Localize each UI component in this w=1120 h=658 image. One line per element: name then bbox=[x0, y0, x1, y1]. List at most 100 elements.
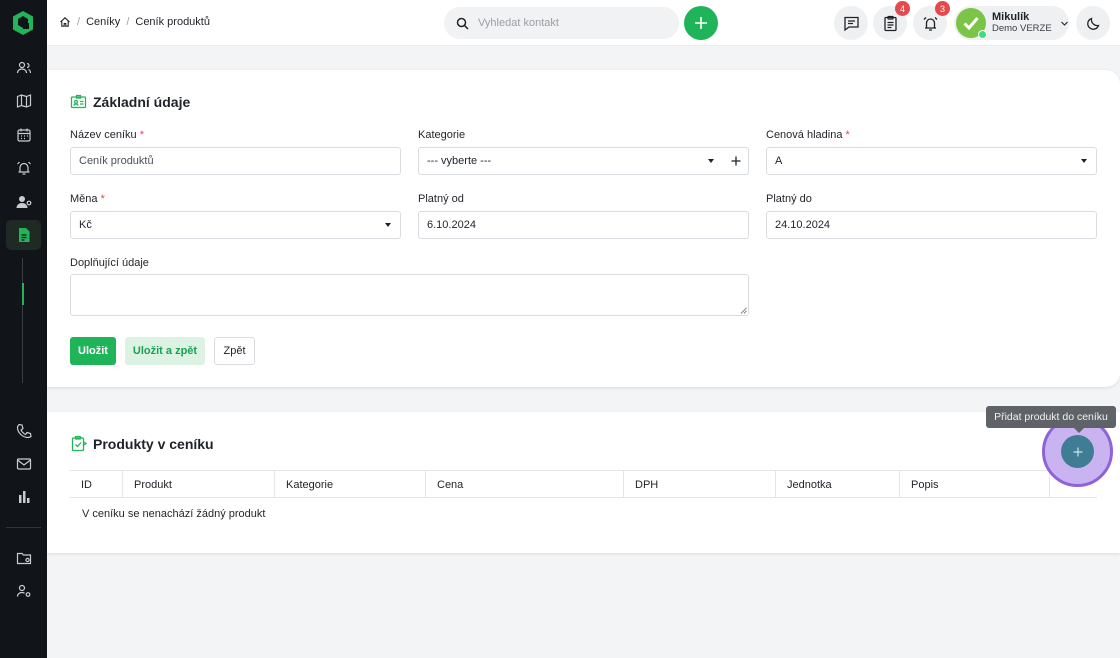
currency-select[interactable]: Kč bbox=[70, 211, 401, 239]
column-header-id[interactable]: ID bbox=[70, 471, 122, 498]
add-product-tooltip: Přidat produkt do ceníku bbox=[986, 406, 1116, 428]
message-icon bbox=[843, 16, 859, 31]
submenu-track bbox=[22, 258, 23, 383]
column-header-price[interactable]: Cena bbox=[425, 471, 623, 498]
contact-search[interactable] bbox=[444, 7, 679, 39]
notes-label: Doplňující údaje bbox=[70, 257, 149, 269]
breadcrumb-separator: / bbox=[77, 16, 81, 28]
home-icon[interactable] bbox=[59, 16, 71, 28]
sidebar-item-map[interactable] bbox=[6, 86, 41, 116]
resize-handle-icon[interactable] bbox=[740, 307, 747, 314]
alerts-button[interactable]: 3 bbox=[913, 1, 950, 40]
breadcrumb-price-lists[interactable]: Ceníky bbox=[86, 16, 120, 28]
save-button[interactable]: Uložit bbox=[70, 337, 116, 365]
alarm-icon bbox=[16, 161, 31, 175]
app-logo-icon[interactable] bbox=[11, 10, 35, 36]
sidebar-item-reminders[interactable] bbox=[6, 153, 41, 183]
bar-chart-icon bbox=[18, 491, 29, 503]
tooltip-arrow bbox=[1074, 428, 1084, 433]
submenu-active-indicator[interactable] bbox=[22, 283, 24, 305]
breadcrumb-separator: / bbox=[126, 16, 130, 28]
messages-button[interactable] bbox=[834, 6, 868, 40]
folder-settings-icon bbox=[16, 552, 31, 565]
notes-badge: 4 bbox=[895, 1, 910, 16]
chevron-down-icon bbox=[1060, 21, 1068, 26]
add-product-button[interactable] bbox=[1061, 435, 1094, 468]
user-menu[interactable]: Mikulík Demo VERZE bbox=[954, 6, 1069, 40]
theme-toggle-button[interactable] bbox=[1076, 6, 1110, 40]
section-title-text: Základní údaje bbox=[93, 93, 191, 110]
clipboard-check-icon bbox=[71, 435, 87, 452]
valid-to-label: Platný do bbox=[766, 193, 812, 205]
user-cog-icon bbox=[16, 584, 30, 597]
user-company: Demo VERZE bbox=[992, 23, 1052, 34]
mail-icon bbox=[16, 458, 31, 470]
alerts-badge: 3 bbox=[935, 1, 950, 16]
online-status-dot bbox=[978, 30, 987, 39]
map-icon bbox=[16, 94, 31, 108]
user-settings-icon bbox=[16, 196, 31, 208]
notes-button[interactable]: 4 bbox=[873, 1, 910, 40]
section-title: Produkty v ceníku bbox=[70, 435, 214, 452]
caret-down-icon bbox=[708, 159, 714, 163]
users-icon bbox=[16, 61, 31, 74]
section-title: Základní údaje bbox=[70, 93, 190, 110]
phone-icon bbox=[16, 423, 32, 439]
id-card-icon bbox=[70, 94, 87, 109]
alarm-icon bbox=[923, 16, 937, 31]
sidebar-item-user-management[interactable] bbox=[6, 187, 41, 217]
sidebar-item-price-lists[interactable] bbox=[6, 220, 41, 250]
valid-from-label: Platný od bbox=[418, 193, 464, 205]
moon-icon bbox=[1086, 17, 1099, 30]
search-input[interactable] bbox=[478, 17, 668, 29]
avatar bbox=[956, 8, 987, 39]
currency-select-value: Kč bbox=[79, 219, 92, 231]
sidebar-item-user-admin[interactable] bbox=[6, 576, 41, 606]
category-select-value: --- vyberte --- bbox=[427, 155, 492, 167]
plus-icon bbox=[1073, 447, 1082, 456]
user-name: Mikulík bbox=[992, 11, 1030, 23]
section-title-text: Produkty v ceníku bbox=[93, 435, 214, 452]
empty-table-message: V ceníku se nenachází žádný produkt bbox=[82, 507, 266, 520]
sidebar-item-folders[interactable] bbox=[6, 543, 41, 573]
valid-from-input[interactable]: 6.10.2024 bbox=[418, 211, 749, 239]
search-icon bbox=[456, 17, 469, 30]
check-icon bbox=[963, 17, 979, 31]
column-header-vat[interactable]: DPH bbox=[623, 471, 775, 498]
plus-icon bbox=[731, 156, 740, 166]
calendar-icon bbox=[16, 128, 31, 142]
price-level-select-value: A bbox=[775, 155, 783, 167]
sidebar-item-calendar[interactable] bbox=[6, 120, 41, 150]
save-and-back-button[interactable]: Uložit a zpět bbox=[125, 337, 205, 365]
add-category-button[interactable] bbox=[723, 147, 749, 175]
back-button[interactable]: Zpět bbox=[214, 337, 255, 365]
products-card: Produkty v ceníku ID Produkt Kategorie C… bbox=[47, 412, 1120, 553]
products-table: ID Produkt Kategorie Cena DPH Jednotka P… bbox=[70, 470, 1097, 529]
basic-info-card: Základní údaje Název ceníku * Ceník prod… bbox=[47, 70, 1120, 387]
plus-icon bbox=[695, 17, 707, 29]
top-header: / Ceníky / Ceník produktů 4 3 Mikulík De… bbox=[47, 0, 1120, 46]
column-header-unit[interactable]: Jednotka bbox=[775, 471, 899, 498]
category-label: Kategorie bbox=[418, 129, 466, 141]
sidebar-item-calls[interactable] bbox=[6, 416, 41, 446]
caret-down-icon bbox=[1081, 159, 1087, 163]
table-header: ID Produkt Kategorie Cena DPH Jednotka P… bbox=[70, 470, 1097, 498]
caret-down-icon bbox=[385, 223, 391, 227]
breadcrumb: / Ceníky / Ceník produktů bbox=[59, 16, 210, 28]
notes-textarea[interactable] bbox=[70, 274, 749, 316]
sidebar-item-contacts[interactable] bbox=[6, 53, 41, 83]
column-header-category[interactable]: Kategorie bbox=[274, 471, 425, 498]
price-level-label: Cenová hladina * bbox=[766, 129, 850, 141]
sidebar-item-statistics[interactable] bbox=[6, 482, 41, 512]
document-icon bbox=[18, 228, 29, 242]
quick-add-button[interactable] bbox=[684, 6, 718, 40]
valid-to-input[interactable]: 24.10.2024 bbox=[766, 211, 1097, 239]
clipboard-icon bbox=[883, 15, 897, 31]
column-header-product[interactable]: Produkt bbox=[122, 471, 274, 498]
sidebar-item-email[interactable] bbox=[6, 449, 41, 479]
column-header-description[interactable]: Popis bbox=[899, 471, 1049, 498]
category-select[interactable]: --- vyberte --- bbox=[418, 147, 724, 175]
price-list-name-input[interactable]: Ceník produktů bbox=[70, 147, 401, 175]
price-level-select[interactable]: A bbox=[766, 147, 1097, 175]
price-list-name-label: Název ceníku * bbox=[70, 129, 144, 141]
